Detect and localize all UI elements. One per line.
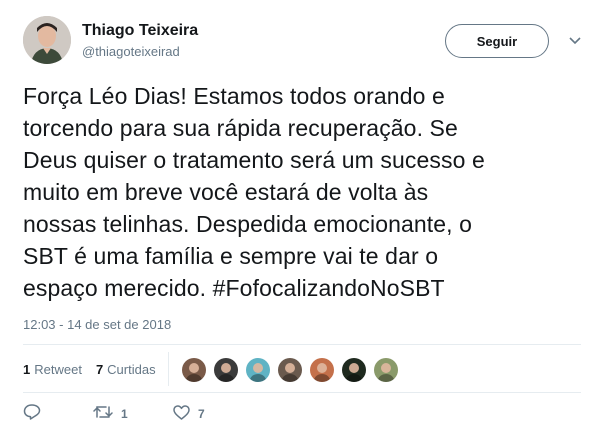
likes-stat[interactable]: 7 Curtidas <box>96 362 156 377</box>
author-avatar[interactable] <box>23 16 71 64</box>
likes-label: Curtidas <box>107 362 156 377</box>
chevron-down-icon[interactable] <box>568 34 582 48</box>
liker-avatar[interactable] <box>373 357 399 383</box>
liker-avatar[interactable] <box>277 357 303 383</box>
likes-count: 7 <box>95 362 104 377</box>
tweet-body: Força Léo Dias! Estamos todos orando e t… <box>23 83 485 301</box>
like-action-count: 7 <box>198 406 205 421</box>
like-button[interactable]: 7 <box>173 404 233 423</box>
liker-avatar[interactable] <box>213 357 239 383</box>
stats-divider <box>168 352 169 386</box>
reply-button[interactable] <box>23 404 93 423</box>
liker-avatar[interactable] <box>181 357 207 383</box>
tweet-timestamp[interactable]: 12:03 - 14 de set de 2018 <box>23 317 171 332</box>
author-name[interactable]: Thiago Teixeira <box>82 22 198 40</box>
retweet-icon <box>93 405 113 422</box>
follow-button[interactable]: Seguir <box>445 24 549 58</box>
retweet-action-count: 1 <box>121 406 128 421</box>
tweet-actions: 1 7 <box>23 404 233 423</box>
liker-avatar[interactable] <box>309 357 335 383</box>
liker-avatar[interactable] <box>245 357 271 383</box>
retweet-count: 1 <box>23 362 31 377</box>
tweet-stats: 1 Retweet 7 Curtidas <box>23 362 170 377</box>
hashtag-link[interactable]: #FofocalizandoNoSBT <box>213 275 445 301</box>
divider <box>23 344 581 345</box>
liker-avatars <box>181 357 405 383</box>
retweet-button[interactable]: 1 <box>93 405 173 422</box>
tweet-text: Força Léo Dias! Estamos todos orando e t… <box>23 80 583 304</box>
divider <box>23 392 581 393</box>
reply-icon <box>23 404 41 423</box>
author-handle[interactable]: @thiagoteixeirad <box>82 44 180 59</box>
retweet-label: Retweet <box>34 362 82 377</box>
retweet-stat[interactable]: 1 Retweet <box>23 362 82 377</box>
liker-avatar[interactable] <box>341 357 367 383</box>
heart-icon <box>173 404 190 423</box>
